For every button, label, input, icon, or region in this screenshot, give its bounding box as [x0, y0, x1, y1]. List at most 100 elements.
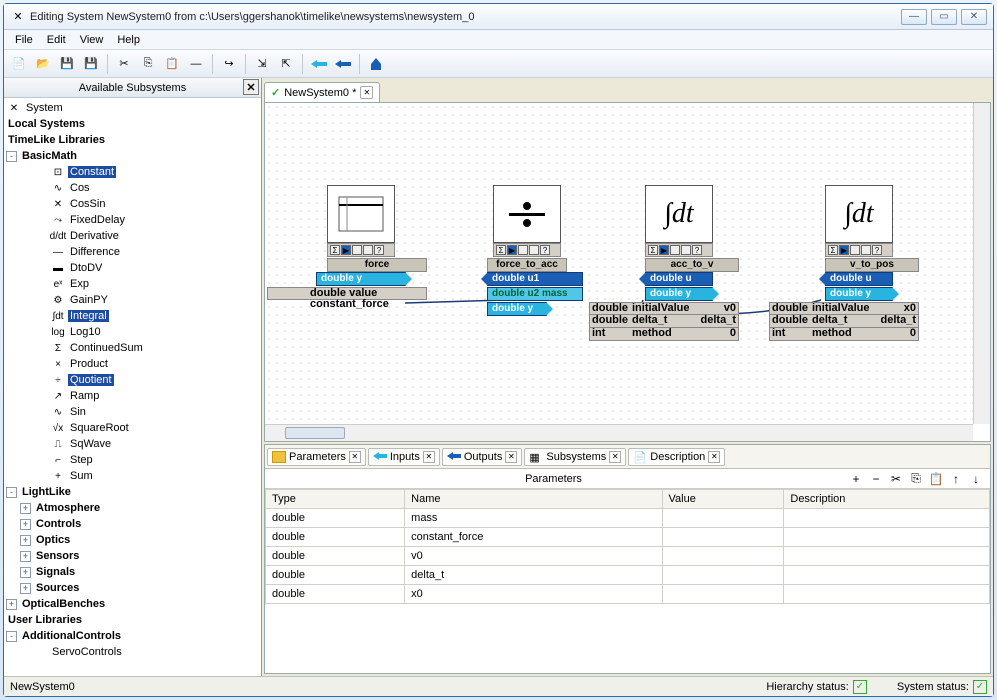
tree-item[interactable]: ContinuedSum [68, 342, 145, 354]
tree-item[interactable]: Quotient [68, 374, 114, 386]
paste-icon[interactable]: 📋 [928, 471, 944, 487]
port-in[interactable]: double u [825, 272, 893, 286]
port-in[interactable]: double u1 [487, 272, 583, 286]
vertical-scrollbar[interactable] [973, 103, 990, 424]
expand-icon[interactable]: + [6, 599, 17, 610]
table-row[interactable]: doublex0 [266, 585, 990, 604]
port-out[interactable]: double y [316, 272, 406, 286]
port-out[interactable]: double y [825, 287, 893, 301]
menu-edit[interactable]: Edit [40, 32, 73, 48]
copy-icon[interactable]: ⎘ [137, 53, 159, 75]
expand-icon[interactable]: ⇱ [275, 53, 297, 75]
tab-close-icon[interactable]: ✕ [609, 451, 621, 463]
tree-item[interactable]: Sources [34, 582, 81, 594]
expand-icon[interactable]: - [6, 487, 17, 498]
tree-item[interactable]: Optics [34, 534, 72, 546]
down-icon[interactable]: ↓ [968, 471, 984, 487]
table-row[interactable]: doubleconstant_force [266, 528, 990, 547]
minimize-button[interactable]: — [901, 9, 927, 25]
run-icon[interactable] [365, 53, 387, 75]
port-out[interactable]: double y [645, 287, 713, 301]
arrow1-icon[interactable] [308, 53, 330, 75]
tree-item[interactable]: Sensors [34, 550, 81, 562]
saveall-icon[interactable]: 💾 [80, 53, 102, 75]
tree-item[interactable]: Exp [68, 278, 91, 290]
new-icon[interactable]: 📄 [8, 53, 30, 75]
port-in-ext[interactable]: double u2 mass [487, 287, 583, 301]
tree-item[interactable]: Controls [34, 518, 83, 530]
expand-icon[interactable]: + [20, 503, 31, 514]
remove-icon[interactable]: − [868, 471, 884, 487]
tab-description[interactable]: 📄Description✕ [628, 448, 725, 466]
tab-subsystems[interactable]: ▦Subsystems✕ [524, 448, 626, 466]
export-icon[interactable]: ↪ [218, 53, 240, 75]
expand-icon[interactable]: + [20, 583, 31, 594]
tree-item[interactable]: Signals [34, 566, 77, 578]
cut-icon[interactable]: ✂ [113, 53, 135, 75]
tree-item[interactable]: Log10 [68, 326, 103, 338]
expand-icon[interactable]: + [20, 567, 31, 578]
delete-icon[interactable]: — [185, 53, 207, 75]
expand-icon[interactable]: - [6, 151, 17, 162]
parameters-table[interactable]: TypeNameValueDescription doublemassdoubl… [265, 489, 990, 673]
arrow2-icon[interactable] [332, 53, 354, 75]
horizontal-scrollbar[interactable] [265, 424, 973, 441]
tree-item[interactable]: Sum [68, 470, 95, 482]
tree-item[interactable]: Atmosphere [34, 502, 102, 514]
table-row[interactable]: doublemass [266, 509, 990, 528]
tree-item[interactable]: SqWave [68, 438, 113, 450]
tree-item[interactable]: Constant [68, 166, 116, 178]
copy-icon[interactable]: ⎘ [908, 471, 924, 487]
port-out[interactable]: double y [487, 302, 547, 316]
tree-item[interactable]: DtoDV [68, 262, 104, 274]
tab-close-icon[interactable]: ✕ [505, 451, 517, 463]
tab-close-icon[interactable]: ✕ [708, 451, 720, 463]
tree-item[interactable]: Product [68, 358, 110, 370]
diagram-canvas[interactable]: Σ▶? force double y double value constant… [265, 103, 973, 424]
open-icon[interactable]: 📂 [32, 53, 54, 75]
tree-item[interactable]: Ramp [68, 390, 101, 402]
cut-icon[interactable]: ✂ [888, 471, 904, 487]
tree-item[interactable]: Integral [68, 310, 109, 322]
tree-item[interactable]: Difference [68, 246, 122, 258]
block-v-to-pos[interactable]: ∫dt Σ▶? v_to_pos double u double y doubl… [825, 185, 919, 341]
expand-icon[interactable]: + [20, 551, 31, 562]
maximize-button[interactable]: ▭ [931, 9, 957, 25]
menu-file[interactable]: File [8, 32, 40, 48]
close-button[interactable]: ✕ [961, 9, 987, 25]
column-header[interactable]: Name [405, 490, 662, 509]
add-icon[interactable]: + [848, 471, 864, 487]
sidebar-close-icon[interactable]: ✕ [243, 79, 259, 95]
paste-icon[interactable]: 📋 [161, 53, 183, 75]
tab-parameters[interactable]: Parameters✕ [267, 448, 366, 466]
tab-close-icon[interactable]: ✕ [360, 86, 373, 99]
tree-item[interactable]: Step [68, 454, 95, 466]
tree-item[interactable]: CosSin [68, 198, 107, 210]
table-row[interactable]: doubledelta_t [266, 566, 990, 585]
table-row[interactable]: doublev0 [266, 547, 990, 566]
menu-view[interactable]: View [73, 32, 111, 48]
block-acc-to-v[interactable]: ∫dt Σ▶? acc_to_v double u double y doubl… [645, 185, 739, 341]
menu-help[interactable]: Help [110, 32, 147, 48]
editor-tab[interactable]: ✓ NewSystem0 * ✕ [264, 82, 380, 102]
tree-item[interactable]: Cos [68, 182, 92, 194]
tree-item[interactable]: GainPY [68, 294, 110, 306]
block-force[interactable]: Σ▶? force double y double value constant… [327, 185, 427, 300]
block-force-to-acc[interactable]: Σ▶? force_to_acc double u1 double u2 mas… [493, 185, 583, 317]
tab-inputs[interactable]: Inputs✕ [368, 448, 440, 466]
expand-icon[interactable]: - [6, 631, 17, 642]
expand-icon[interactable]: + [20, 519, 31, 530]
expand-icon[interactable]: + [20, 535, 31, 546]
subsystem-tree[interactable]: ✕System Local Systems TimeLike Libraries… [4, 98, 261, 676]
tree-item[interactable]: SquareRoot [68, 422, 131, 434]
collapse-icon[interactable]: ⇲ [251, 53, 273, 75]
tree-item[interactable]: FixedDelay [68, 214, 127, 226]
up-icon[interactable]: ↑ [948, 471, 964, 487]
column-header[interactable]: Value [662, 490, 784, 509]
column-header[interactable]: Description [784, 490, 990, 509]
tree-item[interactable]: Derivative [68, 230, 121, 242]
save-icon[interactable]: 💾 [56, 53, 78, 75]
column-header[interactable]: Type [266, 490, 405, 509]
port-in[interactable]: double u [645, 272, 713, 286]
tab-close-icon[interactable]: ✕ [423, 451, 435, 463]
